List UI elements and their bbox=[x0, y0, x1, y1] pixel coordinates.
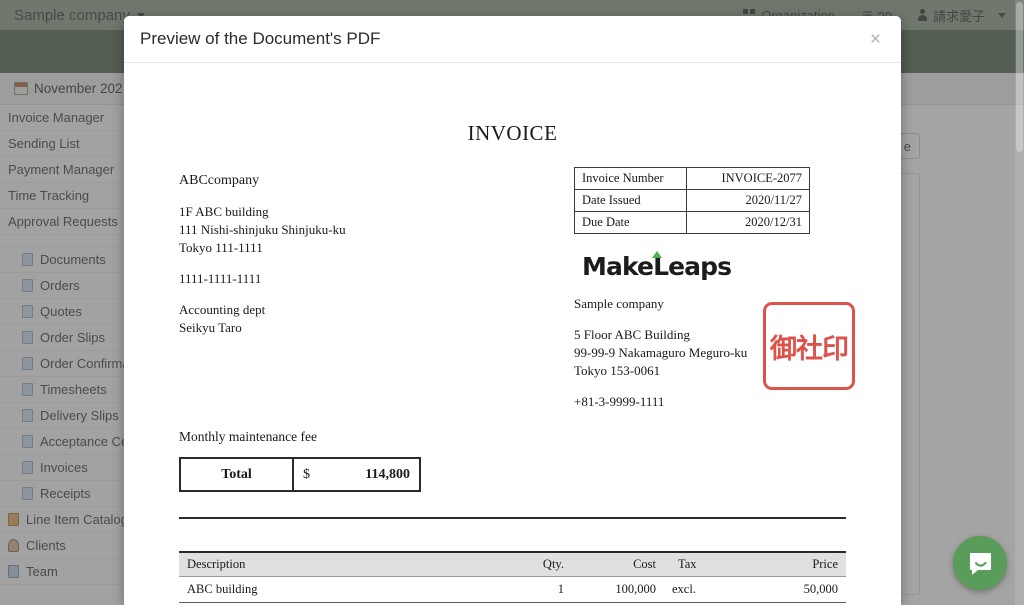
logo-text-a: Ma bbox=[582, 252, 623, 281]
invoice-meta-value: 2020/12/31 bbox=[686, 211, 810, 234]
section-divider bbox=[179, 517, 846, 519]
invoice-document: INVOICE ABCcompany 1F ABC building 111 N… bbox=[179, 63, 855, 605]
bill-to-name: ABCcompany bbox=[179, 173, 260, 188]
bill-to-address: 1F ABC building 111 Nishi-shinjuku Shinj… bbox=[179, 203, 574, 257]
address-line: 111 Nishi-shinjuku Shinjuku-ku bbox=[179, 222, 346, 237]
bill-to-department: Accounting dept bbox=[179, 302, 266, 317]
total-box-label: Total bbox=[179, 457, 294, 492]
invoice-meta-value: INVOICE-2077 bbox=[686, 167, 810, 190]
invoice-subject: Monthly maintenance fee bbox=[179, 429, 317, 444]
header-price: Price bbox=[742, 551, 846, 577]
cell-qty: 1 bbox=[506, 576, 572, 603]
table-row: ABC building 1 100,000 excl. 50,000 bbox=[179, 576, 846, 603]
logo-text-k: k bbox=[621, 252, 638, 281]
modal-header: Preview of the Document's PDF × bbox=[124, 16, 901, 63]
line-items-table: Description Qty. Cost Tax Price ABC buil… bbox=[179, 551, 846, 605]
invoice-meta-row: Due Date 2020/12/31 bbox=[574, 211, 810, 234]
pdf-preview-modal: Preview of the Document's PDF × INVOICE … bbox=[124, 16, 901, 605]
invoice-header-columns: ABCcompany 1F ABC building 111 Nishi-shi… bbox=[179, 163, 846, 411]
bill-to-phone: 1111-1111-1111 bbox=[179, 271, 262, 286]
invoice-meta-label: Date Issued bbox=[574, 189, 687, 212]
modal-title: Preview of the Document's PDF bbox=[140, 29, 381, 48]
header-cost: Cost bbox=[572, 551, 664, 577]
page-scrollbar[interactable] bbox=[1015, 0, 1024, 605]
total-box-amount: 114,800 bbox=[365, 466, 410, 482]
address-line: 1F ABC building bbox=[179, 204, 269, 219]
header-qty: Qty. bbox=[506, 551, 572, 577]
cell-tax: excl. bbox=[664, 576, 742, 603]
company-seal-stamp: 御社印 bbox=[763, 302, 855, 390]
invoice-meta-label: Invoice Number bbox=[574, 167, 687, 190]
invoice-meta-label: Due Date bbox=[574, 211, 687, 234]
chat-bubble-icon bbox=[969, 552, 991, 575]
total-box-currency: $ bbox=[303, 466, 310, 482]
app-root: Sample company Organization 〒 20 請求愛子 bbox=[0, 0, 1024, 605]
page-scrollbar-thumb[interactable] bbox=[1016, 2, 1023, 152]
bill-to-contact-name: Seikyu Taro bbox=[179, 320, 242, 335]
cell-cost: 100,000 bbox=[572, 576, 664, 603]
invoice-meta-row: Invoice Number INVOICE-2077 bbox=[574, 167, 810, 190]
header-tax: Tax bbox=[664, 551, 742, 577]
address-line: Tokyo 111-1111 bbox=[179, 240, 263, 255]
total-summary-box: Total $ 114,800 bbox=[179, 457, 421, 492]
close-icon[interactable]: × bbox=[866, 28, 885, 51]
invoice-title: INVOICE bbox=[467, 121, 558, 145]
invoice-meta-row: Date Issued 2020/11/27 bbox=[574, 189, 810, 212]
logo-accent-icon bbox=[652, 251, 662, 258]
invoice-meta-value: 2020/11/27 bbox=[686, 189, 810, 212]
seller-phone: +81-3-9999-1111 bbox=[574, 394, 665, 409]
cell-price: 50,000 bbox=[742, 576, 846, 603]
header-description: Description bbox=[179, 551, 506, 577]
makeleaps-logo: MakeLeaps bbox=[582, 251, 732, 281]
line-items-header-row: Description Qty. Cost Tax Price bbox=[179, 551, 846, 577]
total-box-amount-cell: $ 114,800 bbox=[293, 457, 421, 492]
modal-body: INVOICE ABCcompany 1F ABC building 111 N… bbox=[124, 63, 901, 605]
chat-launcher-button[interactable] bbox=[953, 536, 1007, 590]
cell-description: ABC building bbox=[179, 576, 506, 603]
invoice-meta-table: Invoice Number INVOICE-2077 Date Issued 202… bbox=[574, 167, 810, 234]
bill-to-block: ABCcompany 1F ABC building 111 Nishi-shi… bbox=[179, 163, 574, 350]
bill-to-contact: Accounting dept Seikyu Taro bbox=[179, 301, 574, 337]
